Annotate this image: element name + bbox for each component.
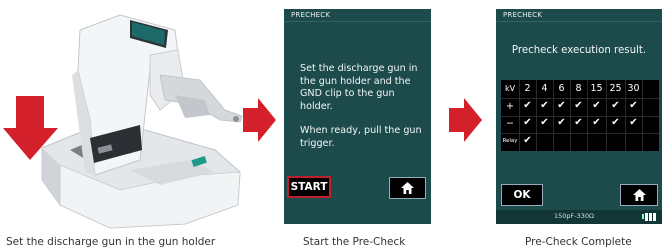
caption-step-2: Start the Pre-Check: [303, 236, 406, 248]
result-table: kV 2 4 6 8 15 25 30 + − Relay ✔ ✔ ✔ ✔ ✔ ✔ ✔ ✔ ✔ ✔…: [501, 80, 659, 151]
check-icon: ✔: [592, 100, 601, 111]
check-icon: ✔: [611, 100, 620, 111]
check-icon: ✔: [523, 135, 532, 146]
kv-value: 25: [609, 83, 622, 94]
check-icon: ✔: [629, 117, 638, 128]
kv-value: 4: [541, 83, 548, 94]
next-arrow-2: [449, 98, 482, 142]
battery-icon: [642, 213, 656, 221]
ok-button[interactable]: OK: [501, 184, 543, 206]
screen-title: PRECHECK: [503, 11, 543, 19]
pointing-arrow-1: [3, 96, 58, 160]
grid-line: [501, 98, 659, 99]
check-icon: ✔: [592, 117, 601, 128]
title-separator: [284, 21, 431, 22]
row-label-relay: Relay: [502, 138, 518, 144]
kv-value: 2: [524, 83, 531, 94]
kv-value: 8: [575, 83, 582, 94]
screen-title: PRECHECK: [291, 11, 331, 19]
caption-step-1: Set the discharge gun in the gun holder: [6, 236, 216, 248]
home-icon: [632, 189, 646, 201]
precheck-start-screen: PRECHECK Set the discharge gun in the gu…: [284, 9, 431, 224]
grid-line: [501, 133, 659, 134]
check-icon: ✔: [611, 117, 620, 128]
caption-step-3: Pre-Check Complete: [525, 236, 632, 248]
instruction-trigger: When ready, pull the gun trigger.: [300, 125, 422, 149]
check-icon: ✔: [574, 100, 583, 111]
check-icon: ✔: [557, 117, 566, 128]
home-icon: [401, 182, 414, 194]
result-heading: Precheck execution result.: [511, 45, 647, 56]
kv-value: 6: [558, 83, 565, 94]
check-icon: ✔: [523, 117, 532, 128]
kv-header: kV: [504, 84, 516, 93]
home-button[interactable]: [620, 184, 658, 206]
instruction-text: Set the discharge gun in the gun holder …: [300, 63, 428, 162]
row-label-minus: −: [506, 118, 514, 129]
check-icon: ✔: [574, 117, 583, 128]
instruction-setup: Set the discharge gun in the gun holder …: [300, 63, 418, 112]
row-label-plus: +: [506, 101, 514, 112]
check-icon: ✔: [540, 117, 549, 128]
check-icon: ✔: [540, 100, 549, 111]
kv-value: 30: [627, 83, 640, 94]
next-arrow-1: [243, 98, 276, 142]
check-icon: ✔: [629, 100, 638, 111]
home-button[interactable]: [389, 177, 426, 199]
start-button[interactable]: START: [287, 176, 331, 198]
precheck-result-screen: PRECHECK Precheck execution result. kV 2…: [496, 9, 662, 224]
title-separator: [496, 21, 662, 22]
kv-value: 15: [590, 83, 603, 94]
status-text: 150pF-330Ω: [554, 212, 594, 220]
check-icon: ✔: [557, 100, 566, 111]
check-icon: ✔: [523, 100, 532, 111]
